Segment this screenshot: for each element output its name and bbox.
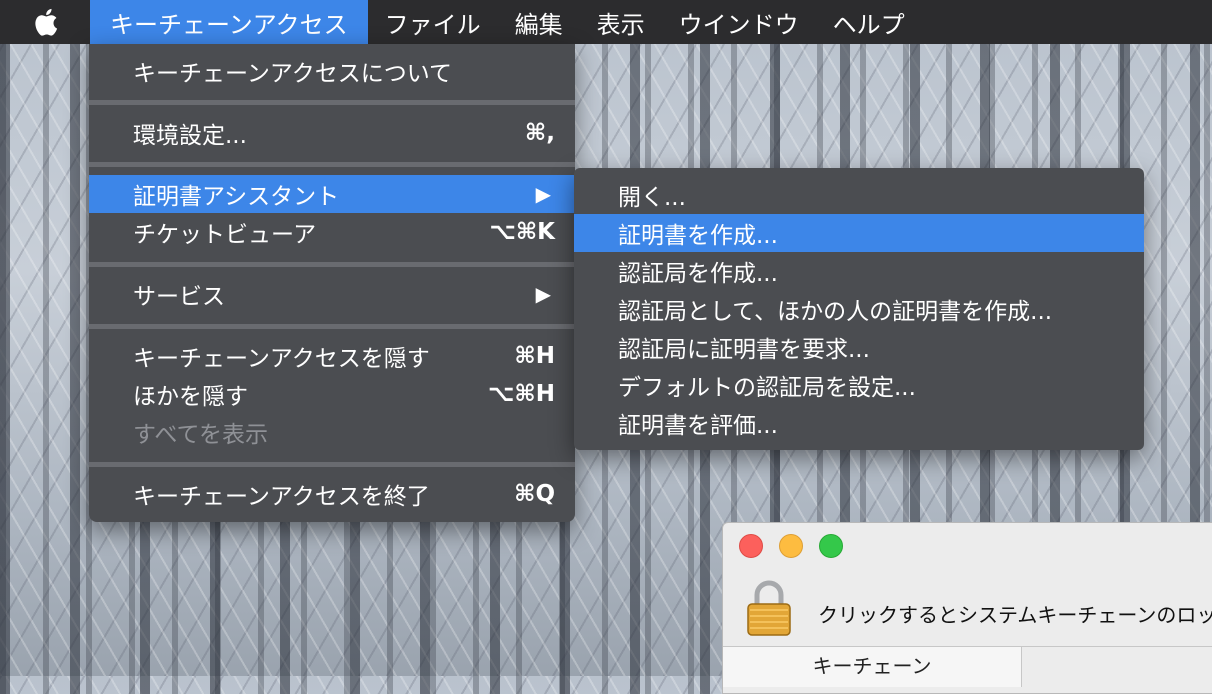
lock-icon bbox=[747, 580, 791, 636]
menu-item-label: サービス bbox=[133, 284, 225, 310]
menu-separator bbox=[89, 262, 575, 267]
menu-item-label: キーチェーンアクセスを終了 bbox=[133, 484, 430, 510]
submenu-item-create-cert-for-others[interactable]: 認証局として、ほかの人の証明書を作成... bbox=[574, 290, 1144, 328]
lock-button[interactable] bbox=[745, 579, 793, 641]
certificate-assistant-submenu: 開く... 証明書を作成... 認証局を作成... 認証局として、ほかの人の証明… bbox=[574, 168, 1144, 450]
menu-item-about[interactable]: キーチェーンアクセスについて bbox=[89, 52, 575, 90]
submenu-item-set-default-ca[interactable]: デフォルトの認証局を設定... bbox=[574, 366, 1144, 404]
menubar-window[interactable]: ウインドウ bbox=[662, 0, 816, 44]
submenu-item-request-certificate[interactable]: 認証局に証明書を要求... bbox=[574, 328, 1144, 366]
menu-item-label: 環境設定... bbox=[133, 123, 247, 149]
menu-item-shortcut: ⌘Q bbox=[514, 481, 555, 507]
menu-item-quit[interactable]: キーチェーンアクセスを終了 ⌘Q bbox=[89, 475, 575, 513]
menubar-view[interactable]: 表示 bbox=[580, 0, 662, 44]
keychain-access-window: クリックするとシステムキーチェーンのロッ キーチェーン bbox=[722, 522, 1212, 694]
menu-item-label: キーチェーンアクセスについて bbox=[133, 61, 453, 87]
menu-separator bbox=[89, 162, 575, 167]
apple-menu[interactable] bbox=[0, 0, 90, 44]
apple-icon bbox=[35, 8, 58, 36]
close-button[interactable] bbox=[739, 534, 763, 558]
menu-item-ticket-viewer[interactable]: チケットビューア ⌥⌘K bbox=[89, 213, 575, 251]
menu-separator bbox=[89, 100, 575, 105]
menu-item-services[interactable]: サービス ▶ bbox=[89, 275, 575, 313]
menubar-keychain-access[interactable]: キーチェーンアクセス bbox=[90, 0, 368, 44]
menu-item-label: 証明書アシスタント bbox=[133, 184, 340, 210]
menubar-help[interactable]: ヘルプ bbox=[816, 0, 922, 44]
app-menu-dropdown: キーチェーンアクセスについて 環境設定... ⌘, 証明書アシスタント ▶ チケ… bbox=[89, 44, 575, 522]
menu-item-label: チケットビューア bbox=[133, 222, 317, 248]
minimize-button[interactable] bbox=[779, 534, 803, 558]
keychains-column-header[interactable]: キーチェーン bbox=[723, 647, 1022, 687]
menu-item-certificate-assistant[interactable]: 証明書アシスタント ▶ bbox=[89, 175, 575, 213]
menu-item-label: キーチェーンアクセスを隠す bbox=[133, 346, 430, 372]
menu-separator bbox=[89, 462, 575, 467]
submenu-item-create-ca[interactable]: 認証局を作成... bbox=[574, 252, 1144, 290]
lock-instruction-text: クリックするとシステムキーチェーンのロッ bbox=[818, 603, 1212, 627]
menu-item-label: ほかを隠す bbox=[133, 384, 248, 410]
zoom-button[interactable] bbox=[819, 534, 843, 558]
menu-item-hide-app[interactable]: キーチェーンアクセスを隠す ⌘H bbox=[89, 337, 575, 375]
submenu-item-evaluate-certificate[interactable]: 証明書を評価... bbox=[574, 404, 1144, 442]
menu-item-hide-others[interactable]: ほかを隠す ⌥⌘H bbox=[89, 375, 575, 413]
menubar-edit[interactable]: 編集 bbox=[498, 0, 580, 44]
menu-item-show-all: すべてを表示 bbox=[89, 413, 575, 451]
menu-item-shortcut: ⌥⌘K bbox=[489, 219, 555, 245]
menu-item-shortcut: ⌥⌘H bbox=[487, 381, 555, 407]
submenu-item-open[interactable]: 開く... bbox=[574, 176, 1144, 214]
menu-item-shortcut: ⌘, bbox=[524, 120, 555, 146]
submenu-item-create-certificate[interactable]: 証明書を作成... bbox=[574, 214, 1144, 252]
submenu-arrow-icon: ▶ bbox=[535, 282, 551, 306]
menu-separator bbox=[89, 324, 575, 329]
menu-bar: キーチェーンアクセス ファイル 編集 表示 ウインドウ ヘルプ bbox=[0, 0, 1212, 44]
menu-item-label: すべてを表示 bbox=[133, 422, 269, 448]
menu-item-shortcut: ⌘H bbox=[514, 343, 555, 369]
menubar-file[interactable]: ファイル bbox=[368, 0, 498, 44]
menu-item-preferences[interactable]: 環境設定... ⌘, bbox=[89, 114, 575, 152]
submenu-arrow-icon: ▶ bbox=[535, 182, 551, 206]
